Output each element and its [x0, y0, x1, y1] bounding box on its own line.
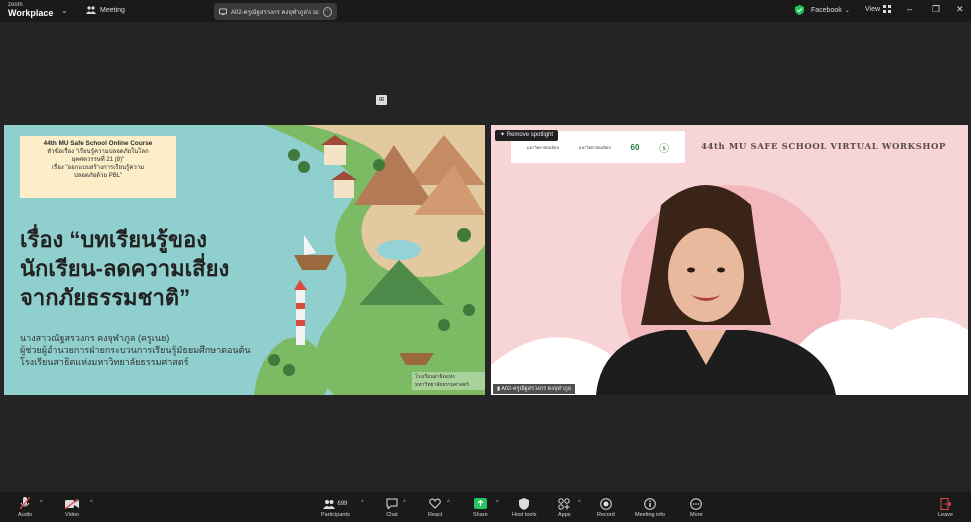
course-info-box: 44th MU Safe School Online Course หัวข้อ…	[20, 136, 176, 198]
more-button[interactable]: More	[690, 496, 703, 518]
leave-label: Leave	[938, 512, 953, 518]
facebook-live-button[interactable]: Facebook ⌄	[795, 5, 850, 15]
camera-off-icon	[65, 498, 79, 509]
meeting-tab-button[interactable]: Meeting	[86, 6, 125, 14]
author-line: ผู้ช่วยผู้อำนวยการฝ่ายกระบวนการเรียนรู้ม…	[20, 345, 251, 355]
video-options-caret[interactable]: ^	[90, 500, 93, 506]
record-button[interactable]: Record	[597, 496, 615, 518]
mahidol-logo: มหาวิทยาลัยมหิดล	[526, 144, 559, 150]
slide-title-line: จากภัยธรรมชาติ”	[20, 285, 191, 310]
slide-title-line: เรื่อง “บทเรียนรู้ของ	[20, 227, 207, 252]
slide-author-block: นางสาวณัฐสรวงกร คงจุฬาภูล (ครูเนย) ผู้ช่…	[20, 332, 251, 368]
pin-icon: ✦	[500, 132, 507, 138]
leave-button[interactable]: Leave	[938, 496, 953, 518]
author-line: นางสาวณัฐสรวงกร คงจุฬาภูล (ครูเนย)	[20, 333, 170, 343]
react-button[interactable]: React	[428, 496, 442, 518]
remove-spotlight-button[interactable]: ✦ Remove spotlight	[495, 130, 559, 141]
meeting-label: Meeting	[100, 6, 125, 14]
apps-button[interactable]: Apps	[558, 496, 571, 518]
safe-school-logo: ⓢ	[659, 143, 670, 155]
share-button[interactable]: Share	[473, 496, 488, 518]
remove-spotlight-label: Remove spotlight	[506, 132, 554, 138]
host-tools-label: Host tools	[512, 512, 537, 518]
react-options-caret[interactable]: ^	[447, 500, 450, 506]
share-screen-icon	[473, 498, 487, 509]
zoom-meeting-window: zoom Workplace ⌄ Meeting A02-ครูณัฐสรวงก…	[0, 0, 971, 522]
people-icon	[86, 6, 96, 14]
brand-workplace-text: Workplace	[8, 8, 54, 18]
course-line: ปลอดภัยด้วย PBL"	[73, 173, 123, 179]
host-tools-button[interactable]: Host tools	[512, 496, 536, 518]
sixty-anniversary-logo: 60	[630, 142, 640, 152]
share-options-caret[interactable]: ^	[496, 500, 499, 506]
speaker-video	[491, 185, 968, 395]
video-label: Video	[65, 512, 79, 518]
react-label: React	[428, 512, 443, 518]
title-bar: zoom Workplace ⌄ Meeting A02-ครูณัฐสรวงก…	[0, 0, 971, 22]
heart-icon	[429, 498, 441, 509]
shared-slide-tile[interactable]: 44th MU Safe School Online Course หัวข้อ…	[4, 125, 485, 395]
apps-label: Apps	[558, 512, 571, 518]
course-line: หัวข้อเรื่อง "เรียนรู้ความปลอดภัยในโลก	[47, 149, 149, 155]
info-icon	[644, 497, 656, 510]
school-logo: โรงเรียนสาธิตแห่ง มหาวิทยาลัยธรรมศาสตร์	[412, 372, 485, 390]
meeting-info-label: Meeting info	[635, 512, 665, 518]
participants-label: Participants	[321, 512, 350, 518]
participants-options-caret[interactable]: ^	[361, 500, 364, 506]
participants-icon	[323, 499, 336, 509]
microphone-muted-icon	[20, 497, 31, 510]
more-label: More	[690, 512, 703, 518]
grid-view-icon	[883, 5, 892, 13]
audio-button[interactable]: Audio	[18, 496, 32, 518]
mahidol-logo-2: มหาวิทยาลัยมหิดล	[578, 144, 611, 150]
chat-button[interactable]: Chat	[386, 496, 398, 518]
participant-name: A02-ครูณัฐสรวงกร คงจุฬาภูล	[501, 386, 571, 392]
shield-check-icon	[795, 5, 804, 15]
audio-label: Audio	[18, 512, 33, 518]
app-brand[interactable]: zoom Workplace	[8, 2, 53, 18]
workshop-title: 44th MU SAFE SCHOOL VIRTUAL WORKSHOP	[701, 142, 947, 152]
share-label: Share	[473, 512, 488, 518]
course-line: เรื่อง "ออกแบบสร้างการเรียนรู้ความ	[51, 165, 145, 171]
minimize-icon[interactable]: –	[907, 4, 912, 14]
video-button[interactable]: Video	[65, 496, 79, 518]
course-line: 44th MU Safe School Online Course	[43, 140, 153, 147]
author-line: โรงเรียนสาธิตแห่งมหาวิทยาลัยธรรมศาสตร์	[20, 357, 189, 367]
chat-label: Chat	[386, 512, 398, 518]
participants-button[interactable]: 699 Participants	[321, 496, 350, 518]
chevron-down-icon: ⌄	[844, 7, 850, 14]
shield-icon	[519, 497, 530, 510]
meeting-controls: Audio ^ Video ^ 699 Participants ^ Chat …	[0, 492, 971, 522]
chat-icon	[386, 498, 398, 509]
chevron-down-icon[interactable]: ⌄	[61, 6, 68, 15]
gallery-view-icon[interactable]: ⊞	[376, 95, 387, 105]
apps-icon	[558, 497, 570, 510]
participants-count: 699	[337, 500, 348, 507]
more-icon	[690, 497, 703, 510]
leave-door-icon	[940, 497, 951, 510]
meeting-info-button[interactable]: Meeting info	[635, 496, 665, 518]
share-tab[interactable]: A02-ครูณัฐสรวงกร คงจุฬาภูล's sc ⋯	[214, 3, 337, 20]
view-label: View	[865, 5, 881, 13]
record-icon	[600, 497, 612, 510]
close-icon[interactable]: ✕	[956, 4, 964, 15]
slide-title: เรื่อง “บทเรียนรู้ของ นักเรียน-ลดความเสี…	[20, 225, 229, 312]
audio-options-caret[interactable]: ^	[40, 500, 43, 506]
restore-icon[interactable]: ❐	[932, 4, 940, 15]
record-label: Record	[597, 512, 615, 518]
course-line: ยุคศตวรรษที่ 21 (8)"	[71, 157, 125, 163]
share-tab-title: A02-ครูณัฐสรวงกร คงจุฬาภูล's sc	[231, 9, 319, 16]
more-options-icon[interactable]: ⋯	[322, 6, 332, 17]
slide-title-line: นักเรียน-ลดความเสี่ยง	[20, 256, 230, 281]
screen-share-icon	[219, 7, 227, 15]
participant-video-tile[interactable]: มหาวิทยาลัยมหิดล มหาวิทยาลัยมหิดล 60 ⓢ 4…	[491, 125, 968, 395]
view-button[interactable]: View	[865, 5, 892, 13]
apps-options-caret[interactable]: ^	[578, 500, 581, 506]
chat-options-caret[interactable]: ^	[403, 500, 406, 506]
facebook-label: Facebook	[811, 6, 842, 14]
participant-name-tag: ▮ A02-ครูณัฐสรวงกร คงจุฬาภูล	[493, 384, 575, 394]
